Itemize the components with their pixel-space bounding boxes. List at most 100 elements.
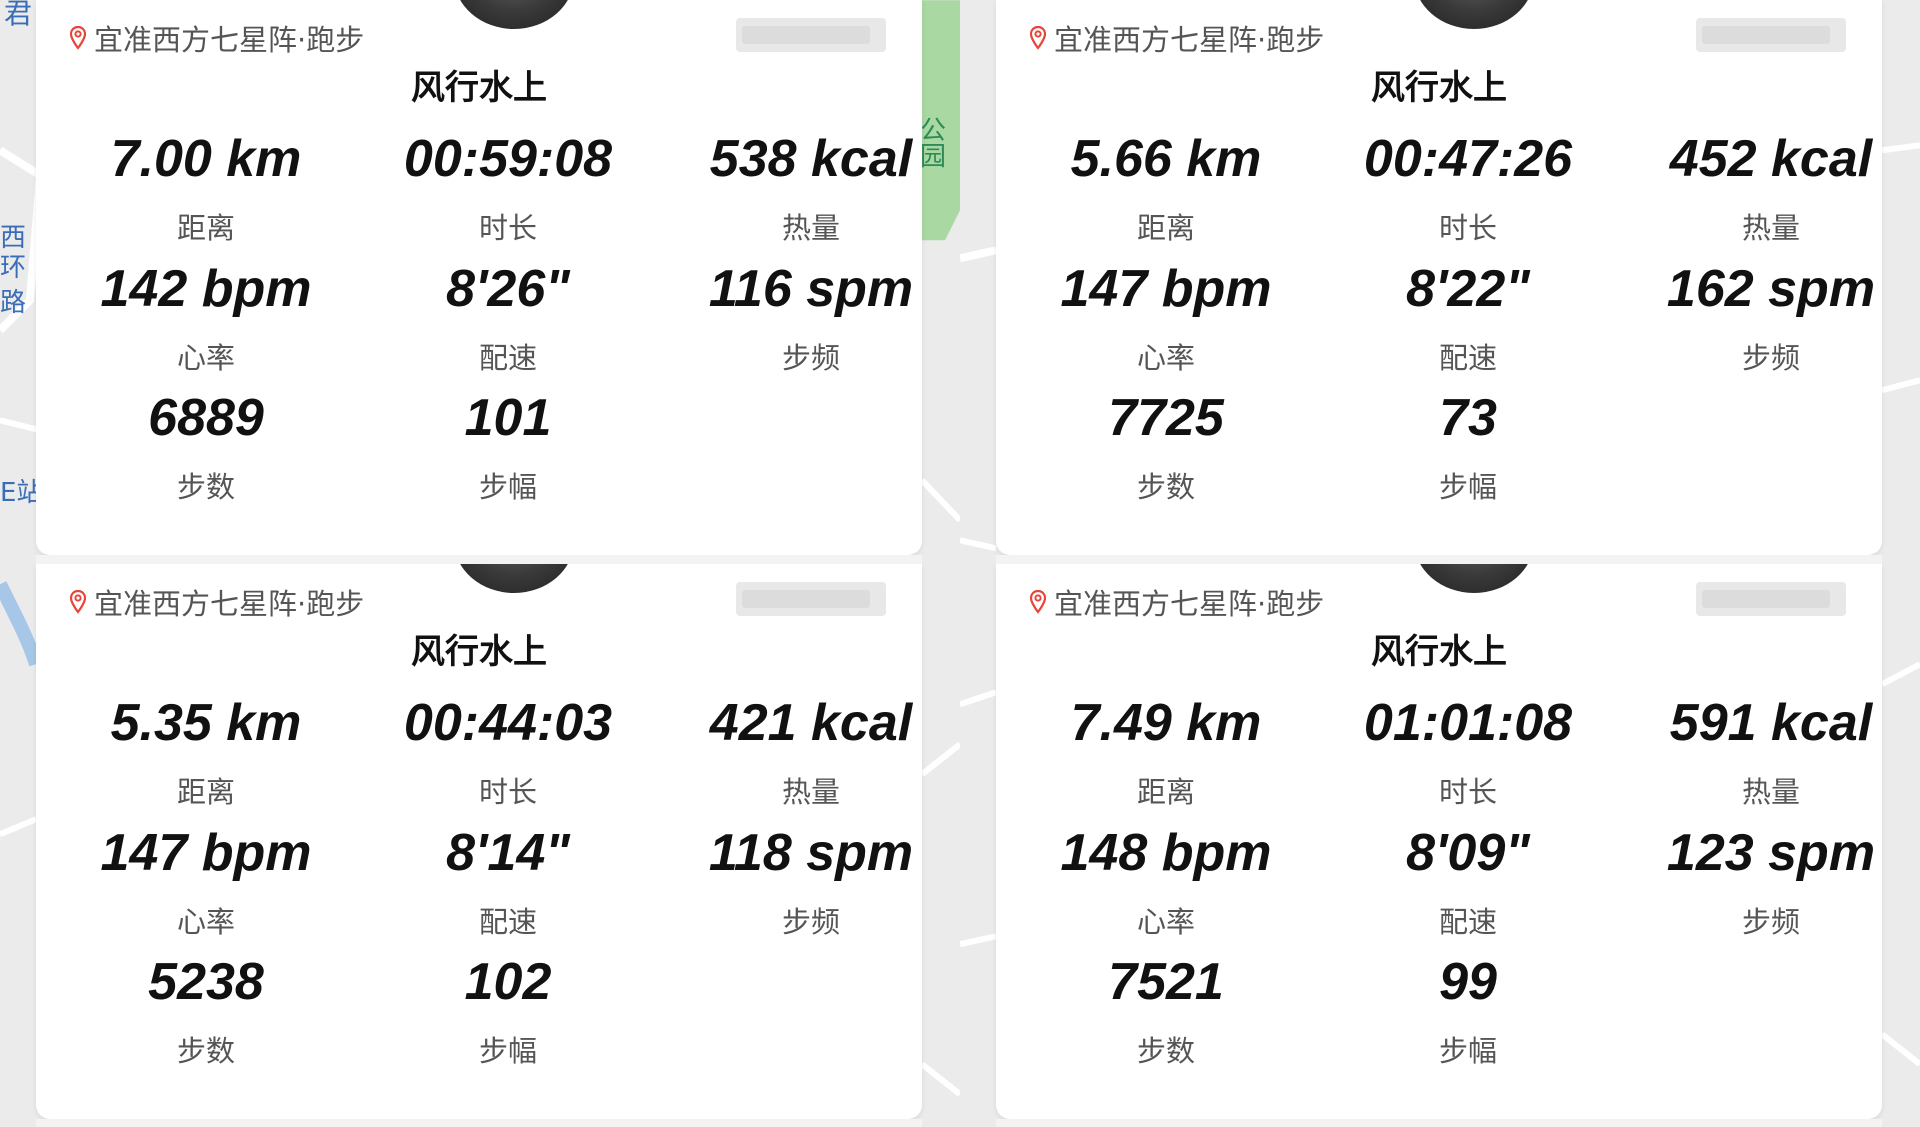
cadence-value: 162 spm xyxy=(1666,260,1876,318)
cadence-value: 116 spm xyxy=(708,260,914,318)
cadence-label: 步频 xyxy=(781,904,840,939)
location: 宜准西方七星阵·跑步 xyxy=(70,18,364,58)
duration-value: 00:47:26 xyxy=(1363,130,1573,188)
run-record-panel-2: 宜准西方七星阵·跑步 风行水上 5.66 km 距离 00:47:26 时长 4… xyxy=(960,0,1920,564)
stride-label: 步幅 xyxy=(1438,1033,1497,1068)
heart-rate-value: 142 bpm xyxy=(100,260,312,318)
stride-value: 101 xyxy=(464,389,552,447)
distance-label: 距离 xyxy=(1136,211,1195,245)
location: 宜准西方七星阵·跑步 xyxy=(1030,582,1324,622)
stride-label: 步幅 xyxy=(478,470,537,504)
distance-value: 7.49 km xyxy=(1070,693,1262,752)
location: 宜准西方七星阵·跑步 xyxy=(1030,18,1324,58)
calories-label: 热量 xyxy=(781,211,840,245)
duration-value: 01:01:08 xyxy=(1363,693,1573,752)
duration-label: 时长 xyxy=(1438,211,1497,245)
run-title: 风行水上 xyxy=(411,631,547,672)
run-record-panel-1: 君 西 环 路 E站 公园 宜准西方七星阵·跑步 风行水上 7.00 km 距离… xyxy=(0,0,960,564)
map-label: 环 xyxy=(0,253,27,283)
duration-value: 00:44:03 xyxy=(403,693,613,752)
heart-rate-value: 148 bpm xyxy=(1060,823,1272,882)
heart-rate-label: 心率 xyxy=(1136,341,1195,375)
map-label: 君 xyxy=(4,0,33,30)
location-pin-icon xyxy=(70,26,86,50)
blurred-info xyxy=(736,581,886,616)
pace-label: 配速 xyxy=(478,904,537,939)
pace-label: 配速 xyxy=(1438,904,1497,939)
map-label: 路 xyxy=(0,288,27,318)
cadence-label: 步频 xyxy=(1741,341,1800,375)
avatar[interactable] xyxy=(454,0,574,29)
heart-rate-label: 心率 xyxy=(176,341,235,375)
distance-label: 距离 xyxy=(176,211,235,245)
calories-value: 591 kcal xyxy=(1669,693,1873,752)
run-title: 风行水上 xyxy=(1371,631,1507,672)
card-bottom-strip xyxy=(36,1118,922,1127)
steps-value: 7725 xyxy=(1108,389,1224,447)
heart-rate-label: 心率 xyxy=(176,904,235,939)
location-text: 宜准西方七星阵·跑步 xyxy=(1054,586,1325,621)
heart-rate-label: 心率 xyxy=(1136,904,1195,939)
stride-value: 73 xyxy=(1439,389,1497,447)
stride-label: 步幅 xyxy=(1438,470,1497,504)
card-bottom-strip xyxy=(996,555,1882,564)
distance-value: 7.00 km xyxy=(110,130,302,188)
card-bottom-strip xyxy=(996,1118,1882,1127)
card-bottom-strip xyxy=(36,555,922,564)
pace-label: 配速 xyxy=(1438,341,1497,375)
calories-label: 热量 xyxy=(781,774,840,809)
distance-label: 距离 xyxy=(176,774,235,809)
run-record-panel-4: 宜准西方七星阵·跑步 风行水上 7.49 km 距离 01:01:08 时长 5… xyxy=(960,563,1920,1127)
stride-label: 步幅 xyxy=(478,1033,537,1068)
distance-value: 5.66 km xyxy=(1070,130,1262,188)
cadence-value: 118 spm xyxy=(708,823,914,882)
location-text: 宜准西方七星阵·跑步 xyxy=(1054,23,1325,57)
pace-value: 8'26" xyxy=(446,260,570,318)
duration-value: 00:59:08 xyxy=(403,130,613,188)
run-title: 风行水上 xyxy=(411,68,547,108)
steps-label: 步数 xyxy=(1136,470,1195,504)
cadence-value: 123 spm xyxy=(1666,823,1876,882)
steps-value: 6889 xyxy=(148,389,264,447)
location-text: 宜准西方七星阵·跑步 xyxy=(94,23,365,57)
pace-value: 8'14" xyxy=(446,823,570,882)
run-summary-card[interactable]: 宜准西方七星阵·跑步 风行水上 5.66 km 距离 00:47:26 时长 4… xyxy=(996,0,1882,555)
pace-value: 8'09" xyxy=(1406,823,1530,882)
stride-value: 102 xyxy=(464,952,552,1011)
cadence-label: 步频 xyxy=(1741,904,1800,939)
calories-label: 热量 xyxy=(1741,774,1800,809)
cadence-label: 步频 xyxy=(781,341,840,375)
location-pin-icon xyxy=(70,589,86,614)
pace-label: 配速 xyxy=(478,341,537,375)
steps-label: 步数 xyxy=(176,1033,235,1068)
duration-label: 时长 xyxy=(478,211,537,245)
map-label: 西 xyxy=(0,223,27,253)
stride-value: 99 xyxy=(1439,952,1497,1011)
location-pin-icon xyxy=(1030,589,1046,614)
run-summary-card[interactable]: 宜准西方七星阵·跑步 风行水上 7.00 km 距离 00:59:08 时长 5… xyxy=(36,0,922,555)
blurred-info xyxy=(1696,581,1846,616)
steps-value: 7521 xyxy=(1108,952,1224,1011)
calories-label: 热量 xyxy=(1741,211,1800,245)
pace-value: 8'22" xyxy=(1406,260,1530,318)
avatar[interactable] xyxy=(1414,0,1534,29)
blurred-info xyxy=(1696,18,1846,52)
location-text: 宜准西方七星阵·跑步 xyxy=(94,586,365,621)
location-pin-icon xyxy=(1030,26,1046,50)
run-title: 风行水上 xyxy=(1371,68,1507,108)
heart-rate-value: 147 bpm xyxy=(1060,260,1272,318)
avatar[interactable] xyxy=(454,563,574,593)
distance-value: 5.35 km xyxy=(110,693,302,752)
calories-value: 538 kcal xyxy=(709,130,913,188)
duration-label: 时长 xyxy=(478,774,537,809)
steps-label: 步数 xyxy=(176,470,235,504)
duration-label: 时长 xyxy=(1438,774,1497,809)
avatar[interactable] xyxy=(1414,563,1534,593)
run-summary-card[interactable]: 宜准西方七星阵·跑步 风行水上 5.35 km 距离 00:44:03 时长 4… xyxy=(36,563,922,1119)
calories-value: 452 kcal xyxy=(1669,130,1873,188)
calories-value: 421 kcal xyxy=(709,693,913,752)
run-summary-card[interactable]: 宜准西方七星阵·跑步 风行水上 7.49 km 距离 01:01:08 时长 5… xyxy=(996,563,1882,1119)
distance-label: 距离 xyxy=(1136,774,1195,809)
heart-rate-value: 147 bpm xyxy=(100,823,312,882)
steps-value: 5238 xyxy=(148,952,264,1011)
